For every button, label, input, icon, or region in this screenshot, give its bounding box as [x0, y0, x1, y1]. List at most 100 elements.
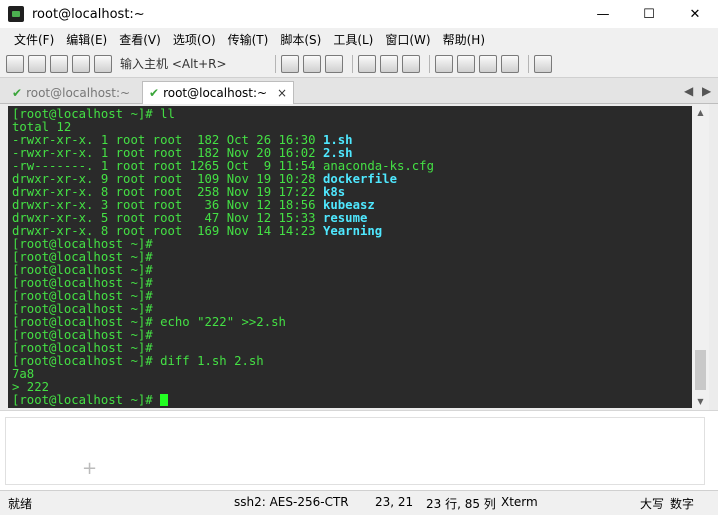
status-terminal-type: Xterm	[501, 495, 538, 509]
toolbar: 输入主机 <Alt+R>	[0, 50, 718, 78]
tab-scroll-right-icon[interactable]: ▶	[702, 84, 711, 98]
toolbar-separator	[528, 54, 529, 73]
paste-icon[interactable]	[303, 54, 321, 73]
status-caps-lock: 大写	[640, 497, 665, 511]
terminal-text: [root@localhost ~]# ll	[12, 107, 175, 121]
help-icon[interactable]	[501, 54, 519, 73]
copy-icon[interactable]	[281, 54, 299, 73]
toolbar-separator	[352, 54, 353, 73]
terminal-text: [root@localhost ~]# diff 1.sh 2.sh	[12, 354, 264, 368]
terminal-text: drwxr-xr-x. 9 root root 109 Nov 19 10:28	[12, 172, 323, 186]
terminal-text: total 12	[12, 120, 72, 134]
command-window-panel: +	[0, 410, 718, 490]
minimize-button[interactable]: —	[580, 0, 626, 28]
status-cursor-position: 23, 21	[375, 495, 414, 509]
session-options-icon[interactable]	[435, 54, 453, 73]
plus-icon[interactable]: +	[82, 458, 97, 479]
menu-file[interactable]: 文件(F)	[14, 31, 54, 48]
close-button[interactable]: ✕	[672, 0, 718, 28]
connect-tab-icon[interactable]	[50, 54, 68, 73]
quick-connect-icon[interactable]	[28, 54, 46, 73]
terminal-text: > 222	[12, 380, 50, 394]
toolbar-separator	[429, 54, 430, 73]
scroll-up-icon[interactable]: ▲	[692, 104, 709, 121]
terminal-text: 7a8	[12, 367, 35, 381]
terminal-text: -rwxr-xr-x. 1 root root 182 Nov 20 16:02	[12, 146, 323, 160]
terminal-filename: k8s	[322, 185, 346, 199]
status-num-lock: 数字	[670, 497, 695, 511]
terminal-text: [root@localhost ~]#	[12, 263, 153, 277]
terminal-text: [root@localhost ~]#	[12, 393, 161, 407]
connected-check-icon: ✔	[12, 85, 23, 100]
terminal-text: [root@localhost ~]#	[12, 237, 153, 251]
terminal-filename: Yearning	[322, 224, 383, 238]
print-setup-icon[interactable]	[358, 54, 376, 73]
printer-icon[interactable]	[402, 54, 420, 73]
terminal-filename: resume	[322, 211, 368, 225]
menu-tools[interactable]: 工具(L)	[333, 31, 373, 48]
status-terminal-size: 23 行, 85 列	[426, 497, 496, 511]
tab-close-icon[interactable]: ×	[277, 86, 287, 100]
command-window[interactable]: +	[5, 417, 705, 485]
status-ready: 就绪	[8, 497, 33, 511]
terminal-text: drwxr-xr-x. 5 root root 47 Nov 12 15:33	[12, 211, 323, 225]
menu-edit[interactable]: 编辑(E)	[66, 31, 107, 48]
status-bar: 就绪 ssh2: AES-256-CTR 23, 21 23 行, 85 列 X…	[0, 490, 718, 515]
menu-help[interactable]: 帮助(H)	[443, 31, 485, 48]
menu-transfer[interactable]: 传输(T)	[228, 31, 269, 48]
menu-view[interactable]: 查看(V)	[119, 31, 161, 48]
terminal-app-icon	[8, 6, 24, 22]
terminal-text: [root@localhost ~]#	[12, 341, 153, 355]
terminal-text: drwxr-xr-x. 8 root root 258 Nov 19 17:22	[12, 185, 323, 199]
terminal-text: [root@localhost ~]#	[12, 250, 153, 264]
terminal-text: drwxr-xr-x. 3 root root 36 Nov 12 18:56	[12, 198, 323, 212]
tab-label: root@localhost:~	[163, 86, 268, 100]
toolbar-separator	[275, 54, 276, 73]
terminal-filename: 2.sh	[322, 146, 353, 160]
session-tab-2-active[interactable]: ✔ root@localhost:~ ×	[142, 81, 294, 104]
find-icon[interactable]	[325, 54, 343, 73]
session-tab-bar: ✔ root@localhost:~ ✔ root@localhost:~ × …	[0, 78, 718, 104]
terminal-text: -rw-------. 1 root root 1265 Oct 9 11:54…	[12, 159, 434, 173]
disconnect-icon[interactable]	[94, 54, 112, 73]
window-controls: — ☐ ✕	[580, 0, 718, 28]
session-tab-1[interactable]: ✔ root@localhost:~	[6, 81, 142, 104]
terminal-text: [root@localhost ~]#	[12, 328, 153, 342]
terminal-cursor	[160, 394, 169, 406]
menu-options[interactable]: 选项(O)	[173, 31, 216, 48]
terminal-line: [root@localhost ~]# ll	[12, 108, 692, 121]
title-bar: root@localhost:~ — ☐ ✕	[0, 0, 718, 28]
terminal-text: drwxr-xr-x. 8 root root 169 Nov 14 14:23	[12, 224, 323, 238]
terminal-filename: kubeasz	[322, 198, 375, 212]
terminal-scrollbar[interactable]: ▲ ▼	[692, 104, 709, 410]
window-title: root@localhost:~	[32, 6, 145, 22]
terminal-screen[interactable]: [root@localhost ~]# ll total 12 -rwxr-xr-x…	[8, 106, 692, 408]
sftp-icon[interactable]	[479, 54, 497, 73]
terminal-line: 7a8	[12, 368, 692, 381]
menu-bar: 文件(F) 编辑(E) 查看(V) 选项(O) 传输(T) 脚本(S) 工具(L…	[0, 28, 718, 50]
tab-scroll-left-icon[interactable]: ◀	[684, 84, 693, 98]
print-icon[interactable]	[380, 54, 398, 73]
terminal-filename: dockerfile	[322, 172, 397, 186]
terminal-text: [root@localhost ~]#	[12, 302, 153, 316]
reconnect-icon[interactable]	[72, 54, 90, 73]
terminal-line: [root@localhost ~]# diff 1.sh 2.sh	[12, 355, 692, 368]
scroll-down-icon[interactable]: ▼	[692, 393, 709, 410]
terminal-line: [root@localhost ~]#	[12, 394, 692, 407]
connected-check-icon: ✔	[149, 86, 160, 100]
terminal-filename: 1.sh	[322, 133, 353, 147]
host-input[interactable]: 输入主机 <Alt+R>	[120, 54, 262, 74]
terminal-text: [root@localhost ~]#	[12, 289, 153, 303]
maximize-button[interactable]: ☐	[626, 0, 672, 28]
terminal-text: -rwxr-xr-x. 1 root root 182 Oct 26 16:30	[12, 133, 323, 147]
menu-window[interactable]: 窗口(W)	[385, 31, 430, 48]
global-options-icon[interactable]	[457, 54, 475, 73]
terminal-text: [root@localhost ~]#	[12, 276, 153, 290]
keymap-icon[interactable]	[534, 54, 552, 73]
terminal-text: [root@localhost ~]# echo "222" >>2.sh	[12, 315, 286, 329]
tab-label: root@localhost:~	[26, 85, 131, 100]
connect-icon[interactable]	[6, 54, 24, 73]
scrollbar-thumb[interactable]	[695, 350, 706, 390]
menu-script[interactable]: 脚本(S)	[280, 31, 321, 48]
status-session: ssh2: AES-256-CTR	[234, 495, 349, 509]
